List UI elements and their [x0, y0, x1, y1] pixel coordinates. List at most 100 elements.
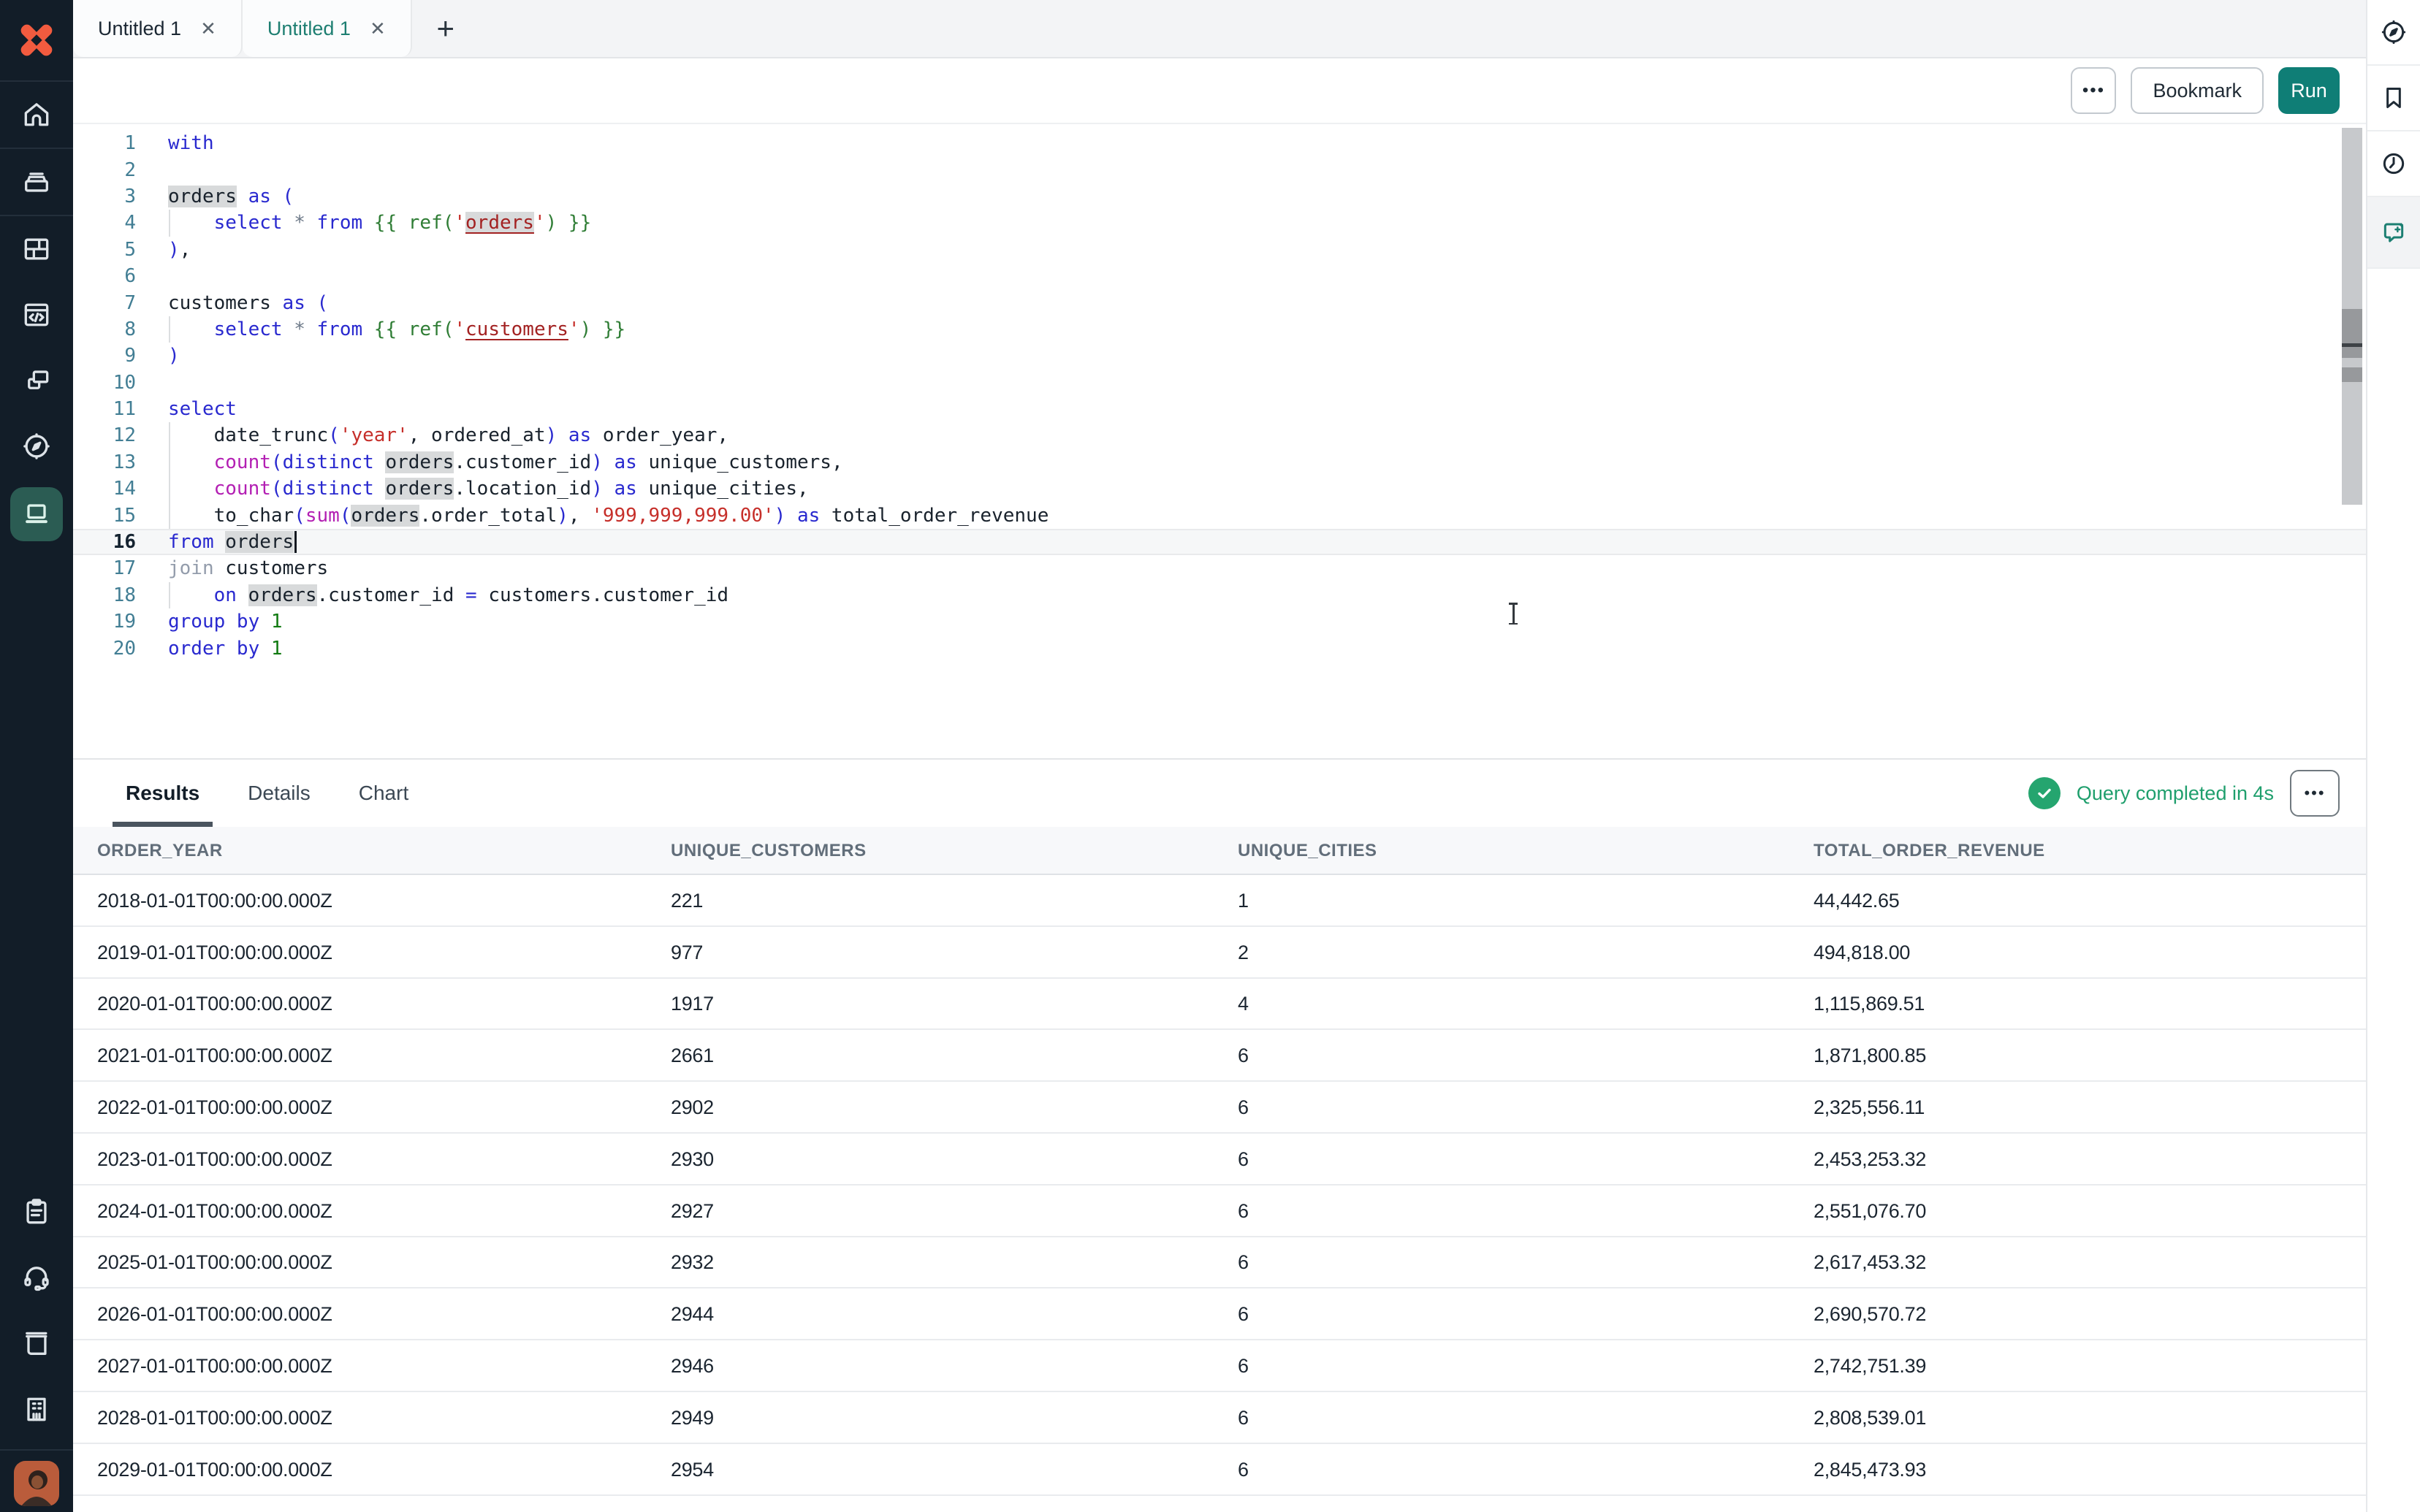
sidebar-item-clipboard[interactable]: [0, 1179, 73, 1245]
code-line-17[interactable]: 17join customers: [73, 555, 2366, 581]
table-row[interactable]: 2029-01-01T00:00:00.000Z295462,845,473.9…: [73, 1444, 2366, 1496]
table-cell: 1,115,869.51: [1814, 979, 1925, 1031]
code-line-10[interactable]: 10: [73, 370, 2366, 396]
table-cell: 2902: [671, 1082, 714, 1134]
table-row[interactable]: 2021-01-01T00:00:00.000Z266161,871,800.8…: [73, 1030, 2366, 1082]
column-header-unique_cities[interactable]: UNIQUE_CITIES: [1238, 827, 1377, 875]
sidebar-item-code-window[interactable]: [0, 282, 73, 348]
bookmark-icon: [2379, 83, 2408, 112]
table-row[interactable]: 2022-01-01T00:00:00.000Z290262,325,556.1…: [73, 1082, 2366, 1134]
sidebar-item-grid[interactable]: [0, 216, 73, 282]
code-line-16[interactable]: 16from orders: [73, 529, 2366, 555]
table-row[interactable]: 2030-01-01T00:00:00.000Z287961,841,049.3…: [73, 1496, 2366, 1512]
table-row[interactable]: 2019-01-01T00:00:00.000Z 977 2 494,818.00: [73, 927, 2366, 979]
table-cell: 2927: [671, 1185, 714, 1237]
table-cell: 6: [1238, 1392, 1249, 1444]
column-header-total_order_revenue[interactable]: TOTAL_ORDER_REVENUE: [1814, 827, 2045, 875]
line-number: 14: [73, 478, 136, 500]
cell-toolbar: ••• Bookmark Run: [73, 58, 2366, 124]
table-cell: 494,818.00: [1814, 927, 1910, 979]
sidebar-item-archive[interactable]: [0, 149, 73, 215]
results-tab-results[interactable]: Results: [126, 760, 199, 827]
code-line-18[interactable]: 18 on orders.customer_id = customers.cus…: [73, 582, 2366, 608]
more-options-button[interactable]: •••: [2071, 67, 2116, 114]
right-sidebar-item-ai-chat[interactable]: [2367, 197, 2420, 269]
column-header-order_year[interactable]: ORDER_YEAR: [97, 827, 223, 875]
table-cell: 1,841,049.32: [1814, 1496, 1926, 1512]
new-tab-button[interactable]: +: [412, 0, 479, 57]
results-tab-bar: ResultsDetailsChart Query completed in 4…: [73, 760, 2366, 827]
close-icon[interactable]: ✕: [200, 18, 216, 40]
terminal-icon: [20, 498, 53, 530]
table-row[interactable]: 2020-01-01T00:00:00.000Z191741,115,869.5…: [73, 979, 2366, 1031]
code-line-4[interactable]: 4 select * from {{ ref('orders') }}: [73, 210, 2366, 236]
right-sidebar-item-history[interactable]: [2367, 131, 2420, 197]
code-line-20[interactable]: 20order by 1: [73, 635, 2366, 661]
editor-scrollbar[interactable]: [2342, 128, 2362, 505]
table-cell: 4: [1238, 979, 1249, 1031]
notebook-tab-1[interactable]: Untitled 1 ✕: [73, 0, 243, 57]
table-row[interactable]: 2028-01-01T00:00:00.000Z294962,808,539.0…: [73, 1392, 2366, 1444]
table-row[interactable]: 2023-01-01T00:00:00.000Z293062,453,253.3…: [73, 1134, 2366, 1185]
code-line-14[interactable]: 14 count(distinct orders.location_id) as…: [73, 476, 2366, 502]
right-sidebar-item-compass[interactable]: [2367, 0, 2420, 66]
results-table: ORDER_YEAR UNIQUE_CUSTOMERS UNIQUE_CITIES T…: [73, 827, 2366, 1512]
line-number: 16: [73, 531, 136, 553]
table-cell: 2023-01-01T00:00:00.000Z: [97, 1134, 332, 1185]
notebook-tab-2[interactable]: Untitled 1 ✕: [243, 0, 412, 57]
table-row[interactable]: 2018-01-01T00:00:00.000Z221144,442.65: [73, 875, 2366, 927]
run-button[interactable]: Run: [2278, 67, 2340, 114]
code-line-12[interactable]: 12 date_trunc('year', ordered_at) as ord…: [73, 422, 2366, 448]
code-line-7[interactable]: 7customers as (: [73, 289, 2366, 316]
line-number: 19: [73, 611, 136, 633]
sidebar-item-terminal[interactable]: [0, 479, 73, 549]
line-number: 1: [73, 132, 136, 154]
code-line-8[interactable]: 8 select * from {{ ref('customers') }}: [73, 316, 2366, 343]
sidebar-item-home[interactable]: [0, 82, 73, 148]
code-line-6[interactable]: 6: [73, 263, 2366, 289]
hex-logo[interactable]: [0, 0, 73, 82]
line-number: 13: [73, 451, 136, 473]
sidebar-item-book[interactable]: [0, 1310, 73, 1376]
sidebar-item-building[interactable]: [0, 1376, 73, 1442]
book-icon: [20, 1327, 53, 1359]
compass-icon: [20, 430, 53, 462]
results-tab-chart[interactable]: Chart: [359, 760, 408, 827]
line-number: 7: [73, 292, 136, 314]
code-line-3[interactable]: 3orders as (: [73, 183, 2366, 210]
column-header-unique_customers[interactable]: UNIQUE_CUSTOMERS: [671, 827, 867, 875]
table-row[interactable]: 2026-01-01T00:00:00.000Z294462,690,570.7…: [73, 1288, 2366, 1340]
code-line-15[interactable]: 15 to_char(sum(orders.order_total), '999…: [73, 502, 2366, 528]
table-row[interactable]: 2027-01-01T00:00:00.000Z294662,742,751.3…: [73, 1340, 2366, 1392]
bookmark-button[interactable]: Bookmark: [2131, 67, 2264, 114]
line-number: 18: [73, 584, 136, 606]
table-cell: 2022-01-01T00:00:00.000Z: [97, 1082, 332, 1134]
sql-editor[interactable]: 1with23orders as (4 select * from {{ ref…: [73, 124, 2366, 758]
results-tab-details[interactable]: Details: [248, 760, 311, 827]
line-number: 11: [73, 398, 136, 420]
close-icon[interactable]: ✕: [370, 18, 386, 40]
sidebar-item-compass[interactable]: [0, 413, 73, 479]
table-cell: 2026-01-01T00:00:00.000Z: [97, 1288, 332, 1340]
code-line-1[interactable]: 1with: [73, 130, 2366, 156]
user-avatar[interactable]: [14, 1461, 59, 1506]
code-line-13[interactable]: 13 count(distinct orders.customer_id) as…: [73, 449, 2366, 476]
table-cell: 6: [1238, 1444, 1249, 1496]
table-cell: 2: [1238, 927, 1249, 979]
table-cell: 6: [1238, 1082, 1249, 1134]
right-sidebar-item-bookmark[interactable]: [2367, 66, 2420, 131]
code-line-2[interactable]: 2: [73, 156, 2366, 183]
table-cell: 977: [671, 927, 703, 979]
table-cell: 2019-01-01T00:00:00.000Z: [97, 927, 332, 979]
line-number: 3: [73, 186, 136, 207]
results-more-button[interactable]: •••: [2290, 770, 2340, 817]
code-line-9[interactable]: 9): [73, 343, 2366, 369]
table-row[interactable]: 2025-01-01T00:00:00.000Z293262,617,453.3…: [73, 1237, 2366, 1289]
code-line-19[interactable]: 19group by 1: [73, 608, 2366, 635]
table-cell: 2028-01-01T00:00:00.000Z: [97, 1392, 332, 1444]
sidebar-item-headset[interactable]: [0, 1245, 73, 1310]
sidebar-item-windows[interactable]: [0, 348, 73, 413]
code-line-5[interactable]: 5),: [73, 237, 2366, 263]
code-line-11[interactable]: 11select: [73, 396, 2366, 422]
table-row[interactable]: 2024-01-01T00:00:00.000Z292762,551,076.7…: [73, 1185, 2366, 1237]
